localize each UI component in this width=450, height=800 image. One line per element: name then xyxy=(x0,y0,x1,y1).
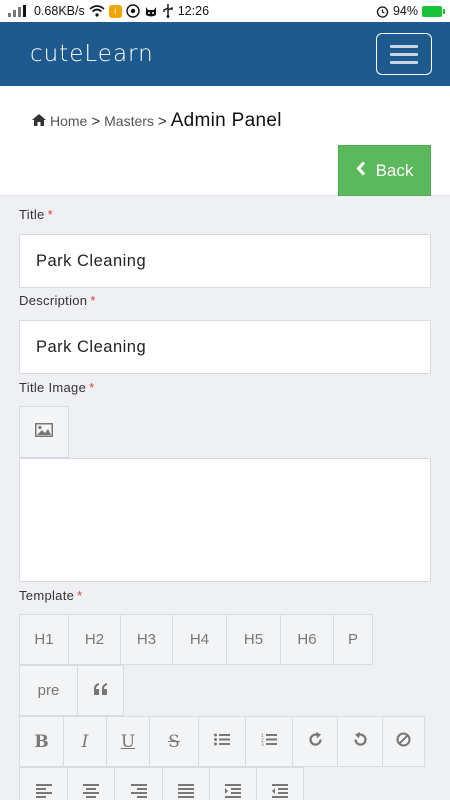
hamburger-menu-button[interactable] xyxy=(376,33,432,75)
breadcrumb-separator: > xyxy=(157,113,167,130)
hamburger-icon-bar xyxy=(390,52,418,56)
numbered-list-button[interactable]: 123 xyxy=(245,716,293,767)
required-mark: * xyxy=(90,293,96,308)
underline-icon: U xyxy=(120,731,136,752)
status-bar-left: 0.68KB/s i 12:26 xyxy=(8,4,209,18)
undo-icon xyxy=(353,732,368,751)
h5-button[interactable]: H5 xyxy=(226,614,281,665)
title-label: Title * xyxy=(19,207,53,222)
bullet-list-button[interactable] xyxy=(198,716,246,767)
title-input-value: Park Cleaning xyxy=(36,251,147,270)
bullet-list-icon xyxy=(214,733,230,750)
breadcrumb-home-link[interactable]: Home xyxy=(50,113,87,129)
wifi-icon xyxy=(89,5,105,17)
breadcrumb-panel: Home > Masters > Admin Panel Back xyxy=(0,86,450,196)
h3-button[interactable]: H3 xyxy=(120,614,173,665)
align-center-button[interactable] xyxy=(67,767,115,800)
required-mark: * xyxy=(77,588,83,603)
breadcrumb-current-page: Admin Panel xyxy=(170,110,282,131)
notification-app-icon: i xyxy=(108,4,122,18)
indent-button[interactable] xyxy=(209,767,257,800)
template-label-text: Template xyxy=(19,588,75,603)
h6-button[interactable]: H6 xyxy=(280,614,334,665)
battery-icon xyxy=(422,5,445,17)
battery-percent: 94% xyxy=(392,4,418,18)
paragraph-button[interactable]: P xyxy=(333,614,373,665)
breadcrumb-masters-link[interactable]: Masters xyxy=(104,113,154,129)
status-bar-right: 94% xyxy=(376,4,445,18)
hamburger-icon-bar xyxy=(390,44,418,48)
brand-logo-text[interactable]: cuteLearn xyxy=(30,41,154,67)
image-icon xyxy=(35,422,53,442)
required-mark: * xyxy=(47,207,53,222)
title-image-label: Title Image * xyxy=(19,380,94,395)
cat-app-icon xyxy=(144,4,158,18)
quote-button[interactable] xyxy=(77,665,124,716)
strikethrough-icon: S xyxy=(168,731,180,752)
align-left-button[interactable] xyxy=(19,767,68,800)
italic-icon: I xyxy=(81,731,89,752)
block-toolbar: pre xyxy=(19,665,124,716)
h1-button[interactable]: H1 xyxy=(19,614,69,665)
back-button-label: Back xyxy=(375,160,414,180)
italic-button[interactable]: I xyxy=(63,716,107,767)
description-label-text: Description xyxy=(19,293,88,308)
h4-button[interactable]: H4 xyxy=(172,614,227,665)
clock-time: 12:26 xyxy=(177,4,210,18)
clear-format-button[interactable] xyxy=(382,716,425,767)
title-input[interactable]: Park Cleaning xyxy=(19,234,431,288)
bold-icon: B xyxy=(34,731,49,752)
usb-icon xyxy=(162,4,174,18)
title-image-editor[interactable] xyxy=(19,458,431,582)
align-justify-button[interactable] xyxy=(162,767,210,800)
pre-button[interactable]: pre xyxy=(19,665,78,716)
app-header: cuteLearn xyxy=(0,22,450,86)
h2-button[interactable]: H2 xyxy=(68,614,121,665)
description-label: Description * xyxy=(19,293,96,308)
heading-toolbar: H1 H2 H3 H4 H5 H6 P xyxy=(19,614,373,665)
chevron-left-icon xyxy=(356,160,366,181)
description-input-value: Park Cleaning xyxy=(36,337,147,356)
network-speed: 0.68KB/s xyxy=(34,4,85,18)
redo-button[interactable] xyxy=(292,716,338,767)
align-right-icon xyxy=(130,783,147,800)
redo-icon xyxy=(308,732,323,751)
align-right-button[interactable] xyxy=(114,767,163,800)
numbered-list-icon: 123 xyxy=(261,733,277,751)
alarm-icon xyxy=(376,5,389,18)
align-justify-icon xyxy=(178,783,194,800)
status-bar: 0.68KB/s i 12:26 94% xyxy=(0,0,450,22)
title-label-text: Title xyxy=(19,207,45,222)
back-button[interactable]: Back xyxy=(338,145,431,196)
hamburger-icon-bar xyxy=(390,60,418,64)
bold-button[interactable]: B xyxy=(19,716,64,767)
indent-icon xyxy=(225,783,241,800)
outdent-button[interactable] xyxy=(256,767,304,800)
undo-button[interactable] xyxy=(337,716,383,767)
insert-image-button[interactable] xyxy=(19,406,69,458)
svg-text:3: 3 xyxy=(261,742,264,747)
whatsapp-icon xyxy=(126,4,140,18)
quote-icon xyxy=(93,682,109,699)
home-icon[interactable] xyxy=(32,113,46,126)
align-center-icon xyxy=(83,783,99,800)
format-toolbar: B I U S 123 xyxy=(19,716,425,767)
align-left-icon xyxy=(35,783,52,800)
required-mark: * xyxy=(89,380,95,395)
strikethrough-button[interactable]: S xyxy=(149,716,199,767)
alignment-toolbar xyxy=(19,767,304,800)
breadcrumb: Home > Masters > Admin Panel xyxy=(32,110,282,132)
clear-icon xyxy=(396,732,411,751)
title-image-label-text: Title Image xyxy=(19,380,87,395)
underline-button[interactable]: U xyxy=(106,716,150,767)
description-input[interactable]: Park Cleaning xyxy=(19,320,431,374)
breadcrumb-separator: > xyxy=(91,113,101,130)
outdent-icon xyxy=(272,783,288,800)
template-label: Template * xyxy=(19,588,83,603)
signal-icon xyxy=(8,5,30,17)
